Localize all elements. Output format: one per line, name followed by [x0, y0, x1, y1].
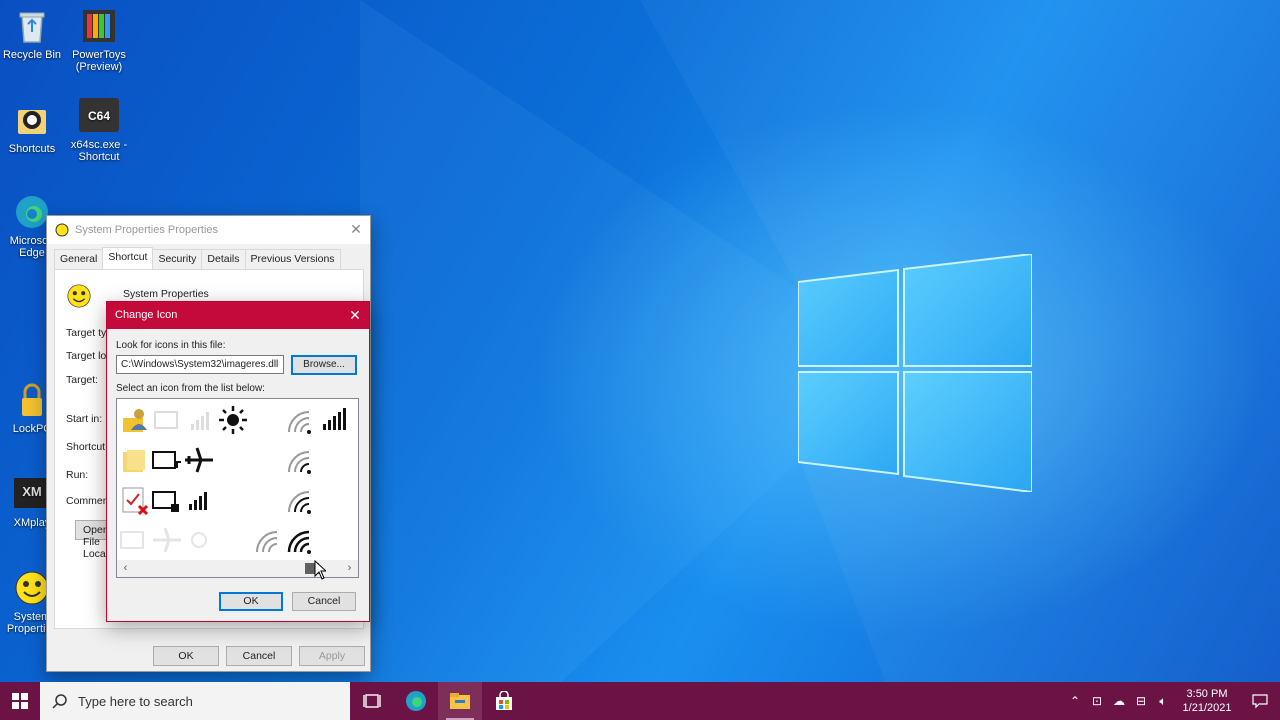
taskbar-clock[interactable]: 3:50 PM 1/21/2021: [1174, 687, 1240, 715]
c64-badge: C64: [88, 109, 110, 123]
browse-button[interactable]: Browse...: [291, 355, 357, 375]
signal-bars-icon[interactable]: [183, 484, 215, 516]
clock-time: 3:50 PM: [1186, 688, 1228, 700]
wifi-icon[interactable]: [285, 444, 317, 476]
recycle-bin-icon: [12, 6, 52, 46]
wifi-icon[interactable]: [253, 524, 285, 556]
powertoys-icon: [79, 6, 119, 46]
device-icon[interactable]: ⊡: [1086, 682, 1108, 720]
wifi-icon[interactable]: [285, 484, 317, 516]
taskbar-store-button[interactable]: [482, 682, 526, 720]
look-for-icons-label: Look for icons in this file:: [116, 340, 226, 351]
windows-start-icon: [12, 693, 28, 709]
desktop-icon-powertoys[interactable]: PowerToys (Preview): [67, 6, 131, 73]
select-icon-label: Select an icon from the list below:: [116, 383, 265, 394]
airplane-icon[interactable]: [183, 444, 215, 476]
wifi-icon[interactable]: [285, 524, 317, 556]
svg-text:XM: XM: [22, 484, 42, 499]
cancel-button[interactable]: Cancel: [292, 592, 356, 611]
properties-title: System Properties Properties: [75, 224, 219, 236]
taskbar-file-explorer-button[interactable]: [438, 682, 482, 720]
sun-faded-icon[interactable]: [183, 524, 215, 556]
notification-center-button[interactable]: [1240, 693, 1280, 709]
ok-button[interactable]: OK: [153, 646, 219, 666]
tab-general[interactable]: General: [54, 249, 104, 269]
desktop-icon-recycle-bin[interactable]: Recycle Bin: [0, 6, 64, 61]
monitor-faded-icon[interactable]: [151, 404, 183, 436]
taskbar-search-box[interactable]: Type here to search: [40, 682, 350, 720]
change-icon-title-bar[interactable]: Change Icon ✕: [107, 302, 369, 329]
shortcut-name: System Properties: [123, 288, 209, 300]
properties-title-bar[interactable]: System Properties Properties ✕: [47, 216, 370, 244]
wifi-icon[interactable]: [285, 404, 317, 436]
desktop-icon-label: x64sc.exe - Shortcut: [70, 139, 128, 163]
scroll-right-icon[interactable]: ›: [341, 560, 358, 577]
shortcuts-folder-icon: [12, 100, 52, 140]
airplane-faded-icon[interactable]: [151, 524, 183, 556]
search-placeholder: Type here to search: [78, 693, 193, 709]
chevron-up-icon[interactable]: ⌃: [1064, 682, 1086, 720]
task-view-button[interactable]: [350, 682, 394, 720]
user-folder-icon[interactable]: [119, 404, 151, 436]
taskbar-edge-button[interactable]: [394, 682, 438, 720]
tab-shortcut[interactable]: Shortcut: [102, 247, 154, 269]
search-icon: [52, 694, 67, 709]
folder-icon[interactable]: [119, 444, 151, 476]
run-label: Run:: [66, 469, 89, 481]
icon-list[interactable]: ‹ ›: [116, 398, 359, 578]
tab-security[interactable]: Security: [152, 249, 203, 269]
icon-file-path-input[interactable]: C:\Windows\System32\imageres.dll: [116, 355, 284, 374]
desktop-icon-x64sc[interactable]: C64 x64sc.exe - Shortcut: [67, 96, 131, 163]
smiley-icon: [55, 223, 69, 237]
cancel-button[interactable]: Cancel: [226, 646, 292, 666]
tab-strip: General Shortcut Security Details Previo…: [54, 247, 341, 269]
desktop-icon-label: Recycle Bin: [2, 49, 62, 61]
signal-faded-icon[interactable]: [183, 404, 215, 436]
signal-bars-icon[interactable]: [317, 404, 349, 436]
network-icon[interactable]: ⊟: [1130, 682, 1152, 720]
close-icon[interactable]: ✕: [347, 302, 363, 329]
taskbar: Type here to search ⌃ ⊡ ☁ ⊟ 🔈︎ 3:50 PM 1…: [0, 682, 1280, 720]
desktop-icon-label: XMplay: [13, 517, 51, 529]
notification-icon: [1252, 694, 1268, 709]
tab-previous-versions[interactable]: Previous Versions: [244, 249, 341, 269]
c64-icon: C64: [79, 96, 119, 136]
monitor-arrow-icon[interactable]: [151, 444, 183, 476]
change-icon-dialog: Change Icon ✕ Look for icons in this fil…: [106, 301, 370, 622]
scroll-left-icon[interactable]: ‹: [117, 560, 134, 577]
desktop-icon-label: PowerToys (Preview): [72, 49, 126, 73]
system-tray: ⌃ ⊡ ☁ ⊟ 🔈︎ 3:50 PM 1/21/2021: [1064, 682, 1280, 720]
tab-details[interactable]: Details: [201, 249, 246, 269]
smiley-icon: [67, 284, 91, 308]
apply-button[interactable]: Apply: [299, 646, 365, 666]
start-in-label: Start in:: [66, 413, 103, 425]
close-icon[interactable]: ✕: [348, 221, 364, 237]
windows-logo-wallpaper: [797, 252, 1033, 494]
target-label: Target:: [66, 374, 99, 386]
edge-icon: [406, 691, 426, 711]
change-icon-title: Change Icon: [115, 309, 178, 321]
ok-button[interactable]: OK: [219, 592, 283, 611]
desktop-icon-shortcuts[interactable]: Shortcuts: [0, 100, 64, 155]
monitor-faded-icon[interactable]: [119, 524, 151, 556]
brightness-icon[interactable]: [217, 404, 249, 436]
onedrive-cloud-icon[interactable]: ☁: [1108, 682, 1130, 720]
file-explorer-icon: [450, 693, 470, 709]
start-button[interactable]: [0, 682, 40, 720]
clock-date: 1/21/2021: [1182, 702, 1232, 714]
monitor-lock-icon[interactable]: [151, 484, 183, 516]
mouse-cursor-icon: [314, 560, 326, 580]
volume-icon[interactable]: 🔈︎: [1152, 682, 1174, 720]
task-view-icon: [363, 694, 381, 708]
desktop-icon-label: Shortcuts: [8, 143, 56, 155]
store-icon: [496, 691, 512, 710]
checklist-error-icon[interactable]: [119, 484, 151, 516]
